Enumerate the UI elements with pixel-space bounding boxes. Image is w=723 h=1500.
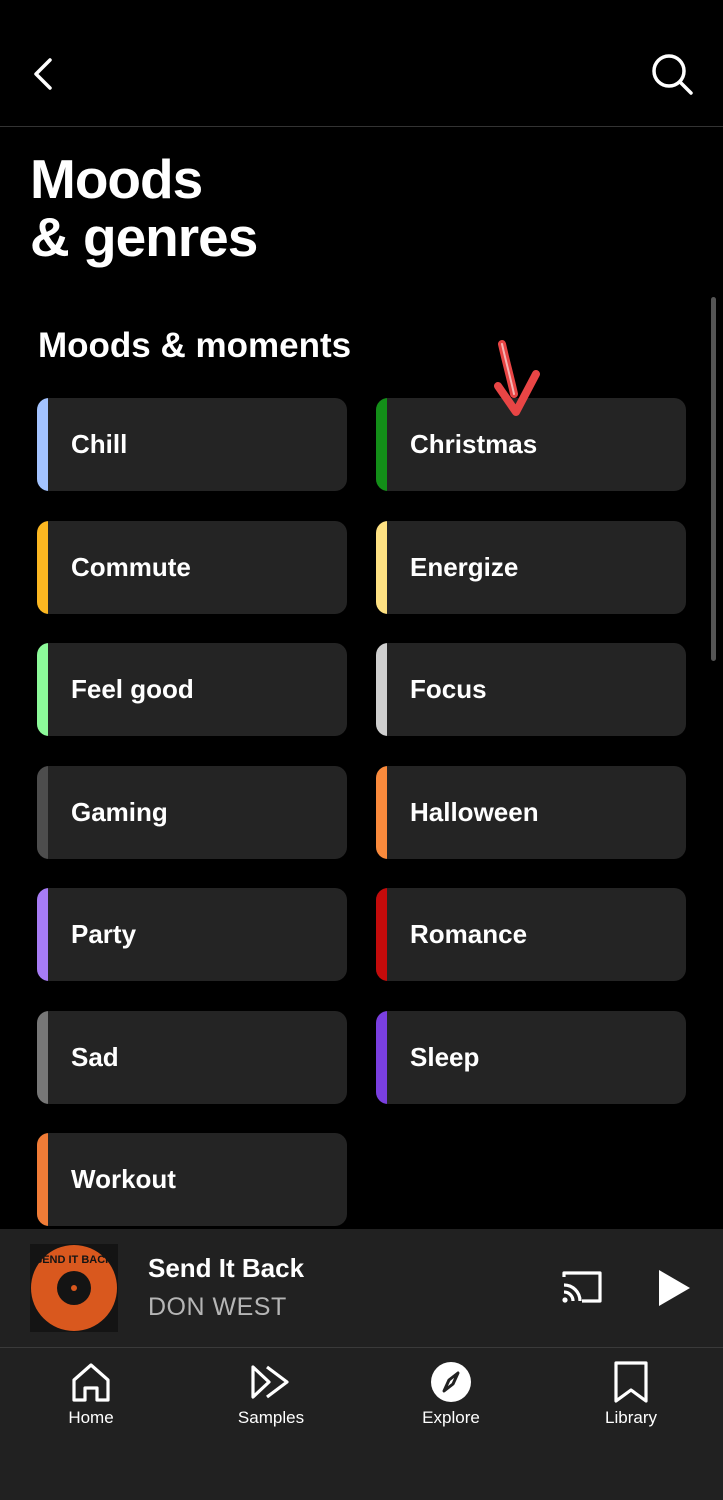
mood-tile-chill[interactable]: Chill (37, 398, 347, 491)
nav-home[interactable]: Home (1, 1348, 181, 1448)
arrow-pointer-icon (494, 340, 540, 416)
play-icon (659, 1270, 690, 1306)
mood-tile-commute[interactable]: Commute (37, 520, 347, 614)
tile-color-stripe (376, 398, 387, 491)
album-art-text: SEND IT BACK (35, 1254, 113, 1266)
nav-label-explore: Explore (422, 1408, 480, 1427)
tile-label: Party (71, 919, 137, 949)
nav-label-library: Library (605, 1408, 657, 1427)
mood-tile-feel-good[interactable]: Feel good (37, 643, 347, 736)
tile-color-stripe (376, 765, 387, 859)
tile-color-stripe (37, 643, 48, 736)
mood-tile-sleep[interactable]: Sleep (376, 1010, 686, 1104)
mood-tile-focus[interactable]: Focus (376, 643, 686, 736)
tile-label: Sleep (410, 1041, 480, 1072)
tile-label: Commute (71, 551, 191, 582)
search-button[interactable] (648, 50, 696, 98)
tile-color-stripe (37, 520, 48, 614)
nav-label-samples: Samples (237, 1408, 305, 1427)
mood-tile-sad[interactable]: Sad (37, 1010, 347, 1104)
back-button[interactable] (24, 52, 64, 96)
nav-explore[interactable]: Explore (361, 1348, 541, 1448)
tile-label: Gaming (71, 796, 168, 827)
tile-color-stripe (376, 1010, 387, 1104)
mini-player[interactable]: SEND IT BACK Send It Back DON WEST (0, 1229, 723, 1348)
mood-tile-energize[interactable]: Energize (376, 520, 686, 614)
tile-label: Focus (410, 674, 487, 704)
bottom-navigation: Home Samples Explore Library (0, 1348, 723, 1500)
top-app-bar (0, 0, 723, 127)
tile-label: Romance (410, 919, 528, 949)
tile-color-stripe (376, 520, 387, 614)
nav-library[interactable]: Library (541, 1348, 721, 1448)
track-title: Send It Back (148, 1253, 305, 1283)
track-artist: DON WEST (148, 1293, 287, 1321)
tile-label: Halloween (410, 796, 539, 827)
tile-label: Workout (71, 1164, 176, 1194)
section-title: Moods & moments (38, 326, 352, 365)
play-button[interactable] (652, 1267, 694, 1309)
tile-label: Sad (71, 1041, 119, 1072)
tile-color-stripe (37, 1133, 48, 1226)
tile-color-stripe (376, 888, 387, 981)
tile-label: Chill (71, 429, 128, 459)
page-title: Moods & genres (30, 148, 258, 268)
nav-label-home: Home (68, 1408, 114, 1427)
explore-icon (431, 1362, 471, 1402)
tile-color-stripe (37, 888, 48, 981)
home-icon (72, 1363, 110, 1402)
cast-icon (562, 1271, 602, 1303)
tile-label: Feel good (71, 674, 194, 704)
mood-tile-party[interactable]: Party (37, 888, 347, 981)
tile-color-stripe (37, 1010, 48, 1104)
search-icon (652, 54, 693, 95)
mood-tile-romance[interactable]: Romance (376, 888, 686, 981)
samples-icon (251, 1365, 289, 1399)
mood-tile-halloween[interactable]: Halloween (376, 765, 686, 859)
chevron-left-icon (34, 58, 52, 90)
scrollbar[interactable] (711, 297, 716, 661)
nav-samples[interactable]: Samples (181, 1348, 361, 1448)
album-art: SEND IT BACK (30, 1244, 118, 1332)
mood-tile-workout[interactable]: Workout (37, 1133, 347, 1226)
mood-tile-gaming[interactable]: Gaming (37, 765, 347, 859)
tile-color-stripe (376, 643, 387, 736)
tile-color-stripe (37, 765, 48, 859)
cast-button[interactable] (558, 1267, 606, 1307)
library-icon (614, 1361, 648, 1403)
tile-color-stripe (37, 398, 48, 491)
tile-label: Energize (410, 551, 519, 582)
